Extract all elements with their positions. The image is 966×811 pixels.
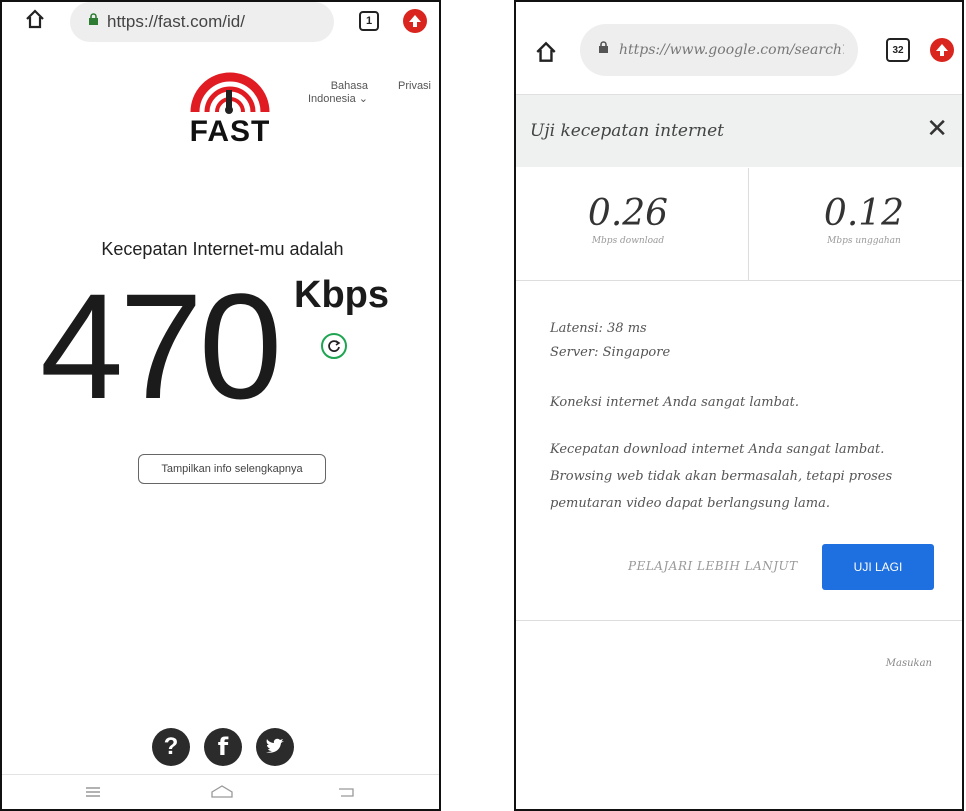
home-outline-icon[interactable] — [210, 783, 234, 804]
speed-results: 0.26 Mbps download 0.12 Mbps unggahan — [516, 168, 962, 281]
lock-icon — [88, 13, 99, 31]
left-address-bar: https://fast.com/id/ 1 — [2, 2, 439, 46]
home-icon[interactable] — [534, 40, 558, 69]
language-selector[interactable]: Bahasa Indonesia ⌄ — [308, 80, 368, 106]
speed-unit: Kbps — [294, 274, 389, 316]
left-url-field[interactable]: https://fast.com/id/ — [70, 2, 334, 42]
learn-more-link[interactable]: PELAJARI LEBIH LANJUT — [628, 559, 798, 573]
download-value: 0.26 — [587, 193, 669, 234]
lock-icon — [598, 41, 609, 59]
server-text: Server: Singapore — [550, 345, 671, 360]
speed-headline: Kecepatan Internet-mu adalah — [101, 239, 344, 259]
left-url-text: https://fast.com/id/ — [107, 12, 245, 31]
upload-stat: 0.12 Mbps unggahan — [752, 168, 962, 280]
help-icon[interactable]: ? — [152, 728, 190, 766]
fast-logo: FAST — [185, 68, 275, 149]
logo-text: FAST — [189, 115, 271, 148]
left-phone-screen: https://fast.com/id/ 1 FAST Bahasa Indon… — [0, 0, 441, 811]
home-icon[interactable] — [24, 8, 46, 35]
right-url-text: https://www.google.com/search? — [619, 42, 844, 58]
right-url-field[interactable]: https://www.google.com/search? — [580, 24, 858, 76]
tab-count: 32 — [892, 44, 904, 56]
tabs-button[interactable]: 1 — [359, 11, 379, 31]
retry-button[interactable]: UJI LAGI — [822, 544, 934, 590]
refresh-icon[interactable] — [321, 333, 347, 359]
download-label: Mbps download — [591, 236, 665, 246]
language-line1: Bahasa — [330, 80, 368, 92]
facebook-icon[interactable]: f — [204, 728, 242, 766]
stats-divider — [748, 168, 749, 280]
opera-icon[interactable] — [930, 38, 954, 62]
speed-test-header: Uji kecepatan internet ✕ — [516, 94, 962, 167]
upload-label: Mbps unggahan — [827, 236, 901, 246]
connection-status: Koneksi internet Anda sangat lambat. — [550, 395, 800, 410]
speed-description: Kecepatan download internet Anda sangat … — [550, 442, 893, 511]
chevron-down-icon: ⌄ — [358, 93, 368, 105]
back-icon[interactable] — [336, 783, 356, 804]
section-divider — [516, 620, 962, 621]
feedback-link[interactable]: Masukan — [886, 658, 932, 669]
tabs-button[interactable]: 32 — [886, 38, 910, 62]
opera-icon[interactable] — [403, 9, 427, 33]
tab-count: 1 — [365, 15, 373, 27]
android-nav-bar — [2, 774, 439, 809]
menu-icon[interactable] — [84, 783, 102, 804]
latency-text: Latensi: 38 ms — [550, 321, 647, 336]
download-stat: 0.26 Mbps download — [516, 168, 740, 280]
speed-value: 470 — [40, 262, 282, 430]
panel-title: Uji kecepatan internet — [530, 121, 724, 141]
privacy-link[interactable]: Privasi — [398, 80, 431, 92]
language-line2: Indonesia — [308, 93, 356, 105]
more-info-button[interactable]: Tampilkan info selengkapnya — [138, 454, 326, 484]
upload-value: 0.12 — [823, 193, 905, 234]
twitter-icon[interactable] — [256, 728, 294, 766]
right-phone-screen: https://www.google.com/search? 32 Uji ke… — [514, 0, 964, 811]
close-icon[interactable]: ✕ — [926, 113, 948, 144]
right-address-bar: https://www.google.com/search? 32 — [516, 2, 962, 94]
